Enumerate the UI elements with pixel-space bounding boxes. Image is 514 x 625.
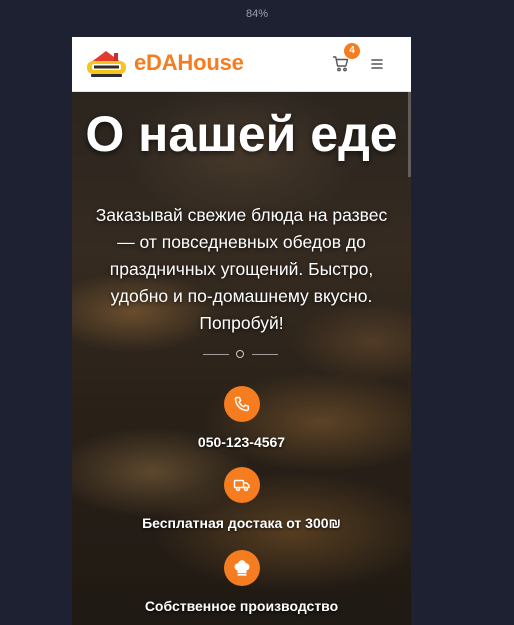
house-logo-icon[interactable] [84,47,129,80]
cart-count-badge[interactable]: 4 [344,43,360,59]
phone-icon[interactable] [223,386,260,422]
feature-production: Собственное производство [72,550,411,614]
mobile-viewport: eDAHouse 4 О нашей еде Заказывай свежие … [72,37,411,625]
divider-dot-icon [236,350,244,358]
hamburger-menu-icon[interactable] [370,56,384,72]
brand-name[interactable]: eDAHouse [134,50,244,76]
about-hero-section: О нашей еде Заказывай свежие блюда на ра… [72,92,411,625]
chef-hat-icon [223,550,260,586]
feature-phone: 050-123-4567 [72,386,411,450]
phone-number-label[interactable]: 050-123-4567 [72,434,411,450]
hero-title: О нашей еде [85,106,398,162]
own-production-label: Собственное производство [144,598,339,614]
section-divider [203,350,278,360]
delivery-truck-icon [223,467,260,503]
feature-delivery: Бесплатная достака от 300₪ [72,467,411,531]
site-header: eDAHouse 4 [72,37,411,92]
zoom-level-indicator: 84% [245,8,269,20]
free-delivery-label: Бесплатная достака от 300₪ [142,515,341,531]
hero-description: Заказывай свежие блюда на развес — от по… [95,205,388,333]
